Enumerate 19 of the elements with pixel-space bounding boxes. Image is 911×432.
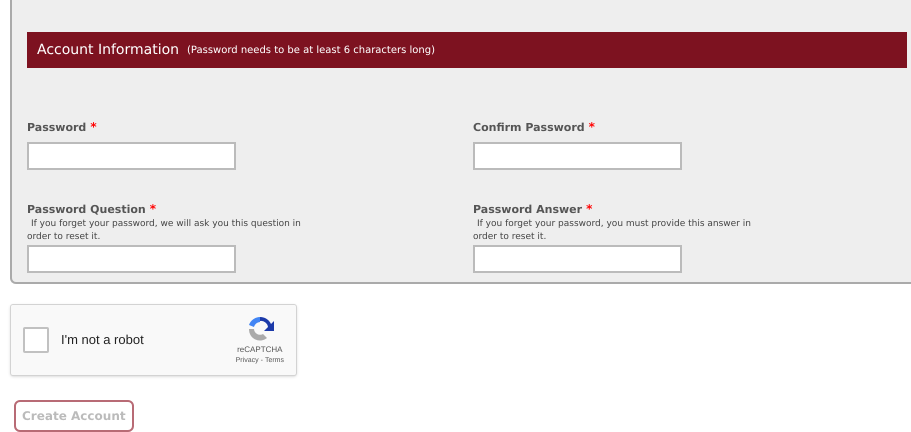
required-mark: * xyxy=(588,119,595,136)
captcha-brand: reCAPTCHA xyxy=(237,344,282,356)
input-field[interactable] xyxy=(473,245,682,273)
input-field[interactable] xyxy=(473,142,682,170)
section-note: (Password needs to be at least 6 characters long) xyxy=(187,44,435,58)
required-mark: * xyxy=(90,119,97,136)
field-label: Password Answer xyxy=(473,202,582,218)
captcha-label: I'm not a robot xyxy=(61,331,144,350)
captcha-checkbox[interactable] xyxy=(23,327,49,353)
field-label: Confirm Password xyxy=(473,120,585,136)
field-label: Password xyxy=(27,120,86,136)
field-hint: If you forget your password, you must provide this answer in order to reset it. xyxy=(473,218,752,244)
section-title: Account Information xyxy=(37,40,180,60)
field-hint: If you forget your password, we will ask you this question in order to reset it. xyxy=(27,218,302,244)
input-field[interactable] xyxy=(27,142,236,170)
input-field[interactable] xyxy=(27,245,236,273)
field-label: Password Question xyxy=(27,202,146,218)
required-mark: * xyxy=(150,200,156,218)
required-mark: * xyxy=(586,200,592,218)
